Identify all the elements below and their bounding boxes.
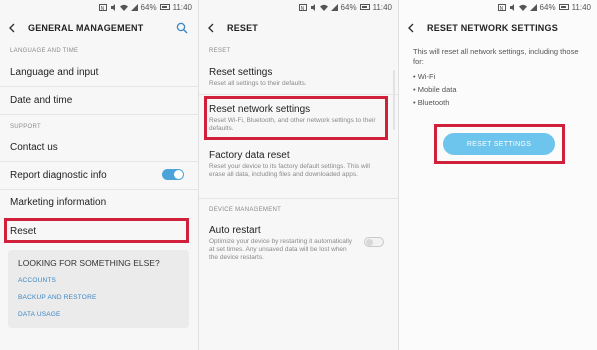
reset-network-info: This will reset all network settings, in… <box>413 47 585 109</box>
contact-us-item[interactable]: Contact us <box>10 142 188 153</box>
signal-icon <box>330 3 338 11</box>
app-bar: GENERAL MANAGEMENT <box>0 14 198 42</box>
section-header-device-management: DEVICE MANAGEMENT <box>209 207 282 213</box>
status-bar: N 64% 11:40 <box>199 0 398 14</box>
signal-icon <box>130 3 138 11</box>
auto-restart-label: Auto restart <box>209 225 261 236</box>
divider <box>0 161 198 162</box>
battery-percent: 64% <box>340 2 357 12</box>
wifi-icon <box>319 4 328 11</box>
nfc-icon: N <box>497 3 506 11</box>
section-header-support: SUPPORT <box>10 124 41 130</box>
search-icon[interactable] <box>176 21 190 35</box>
section-header-language-time: LANGUAGE AND TIME <box>10 48 79 54</box>
scrollbar[interactable] <box>393 70 395 130</box>
app-bar: RESET NETWORK SETTINGS <box>399 14 597 42</box>
status-bar: N 64% 11:40 <box>0 0 198 14</box>
factory-data-reset-description: Reset your device to its factory default… <box>209 163 371 178</box>
status-bar: N 64% 11:40 <box>399 0 597 14</box>
reset-button-highlight-box <box>434 124 565 164</box>
date-time-item[interactable]: Date and time <box>10 95 188 106</box>
auto-restart-item[interactable]: Auto restart Optimize your device by res… <box>209 225 356 262</box>
language-input-item[interactable]: Language and input <box>10 67 188 78</box>
mute-icon <box>509 3 516 11</box>
divider <box>0 114 198 115</box>
report-diagnostic-toggle[interactable] <box>162 169 184 180</box>
battery-icon <box>359 4 370 10</box>
looking-for-something-else-card: LOOKING FOR SOMETHING ELSE? ACCOUNTS BAC… <box>8 250 189 328</box>
app-bar: RESET <box>199 14 398 42</box>
back-arrow-icon[interactable] <box>407 21 421 35</box>
data-usage-link[interactable]: DATA USAGE <box>18 311 179 318</box>
bullet-item: • Mobile data <box>413 85 457 94</box>
battery-icon <box>558 4 569 10</box>
reset-network-settings-screen: N 64% 11:40 RESET NETWORK SETTINGS This … <box>399 0 597 350</box>
divider <box>199 198 398 199</box>
auto-restart-description: Optimize your device by restarting it au… <box>209 238 353 261</box>
marketing-information-item[interactable]: Marketing information <box>10 197 188 208</box>
back-arrow-icon[interactable] <box>207 21 221 35</box>
backup-restore-link[interactable]: BACKUP AND RESTORE <box>18 294 179 301</box>
bullet-item: • Bluetooth <box>413 98 450 107</box>
back-arrow-icon[interactable] <box>8 21 22 35</box>
svg-text:N: N <box>300 6 304 11</box>
reset-settings-description: Reset all settings to their defaults. <box>209 80 307 87</box>
nfc-icon: N <box>298 3 307 11</box>
info-text: This will reset all network settings, in… <box>413 47 579 66</box>
factory-data-reset-label: Factory data reset <box>209 150 290 161</box>
reset-network-highlight-box <box>204 96 388 140</box>
reset-settings-label: Reset settings <box>209 67 273 78</box>
reset-settings-item[interactable]: Reset settings Reset all settings to the… <box>209 67 388 88</box>
section-header-reset: RESET <box>209 48 231 54</box>
accounts-link[interactable]: ACCOUNTS <box>18 277 179 284</box>
reset-highlight-box <box>4 218 189 243</box>
auto-restart-toggle[interactable] <box>364 237 384 247</box>
battery-icon <box>159 4 170 10</box>
page-title: RESET <box>227 23 259 33</box>
nfc-icon: N <box>98 3 107 11</box>
page-title: GENERAL MANAGEMENT <box>28 23 144 33</box>
divider <box>199 94 398 95</box>
card-title: LOOKING FOR SOMETHING ELSE? <box>18 258 160 268</box>
divider <box>0 86 198 87</box>
svg-text:N: N <box>499 6 503 11</box>
clock: 11:40 <box>372 2 392 12</box>
bullet-item: • Wi-Fi <box>413 72 436 81</box>
clock: 11:40 <box>172 2 192 12</box>
mute-icon <box>110 3 117 11</box>
battery-percent: 64% <box>539 2 556 12</box>
wifi-icon <box>518 4 527 11</box>
signal-icon <box>529 3 537 11</box>
page-title: RESET NETWORK SETTINGS <box>427 23 558 33</box>
general-management-screen: N 64% 11:40 GENERAL MANAGEMENT LANGUAGE … <box>0 0 198 350</box>
wifi-icon <box>119 4 128 11</box>
divider <box>0 189 198 190</box>
clock: 11:40 <box>571 2 591 12</box>
factory-data-reset-item[interactable]: Factory data reset Reset your device to … <box>209 150 388 179</box>
battery-percent: 64% <box>140 2 157 12</box>
svg-text:N: N <box>100 6 104 11</box>
mute-icon <box>310 3 317 11</box>
reset-screen: N 64% 11:40 RESET RESET Reset settings R… <box>199 0 398 350</box>
